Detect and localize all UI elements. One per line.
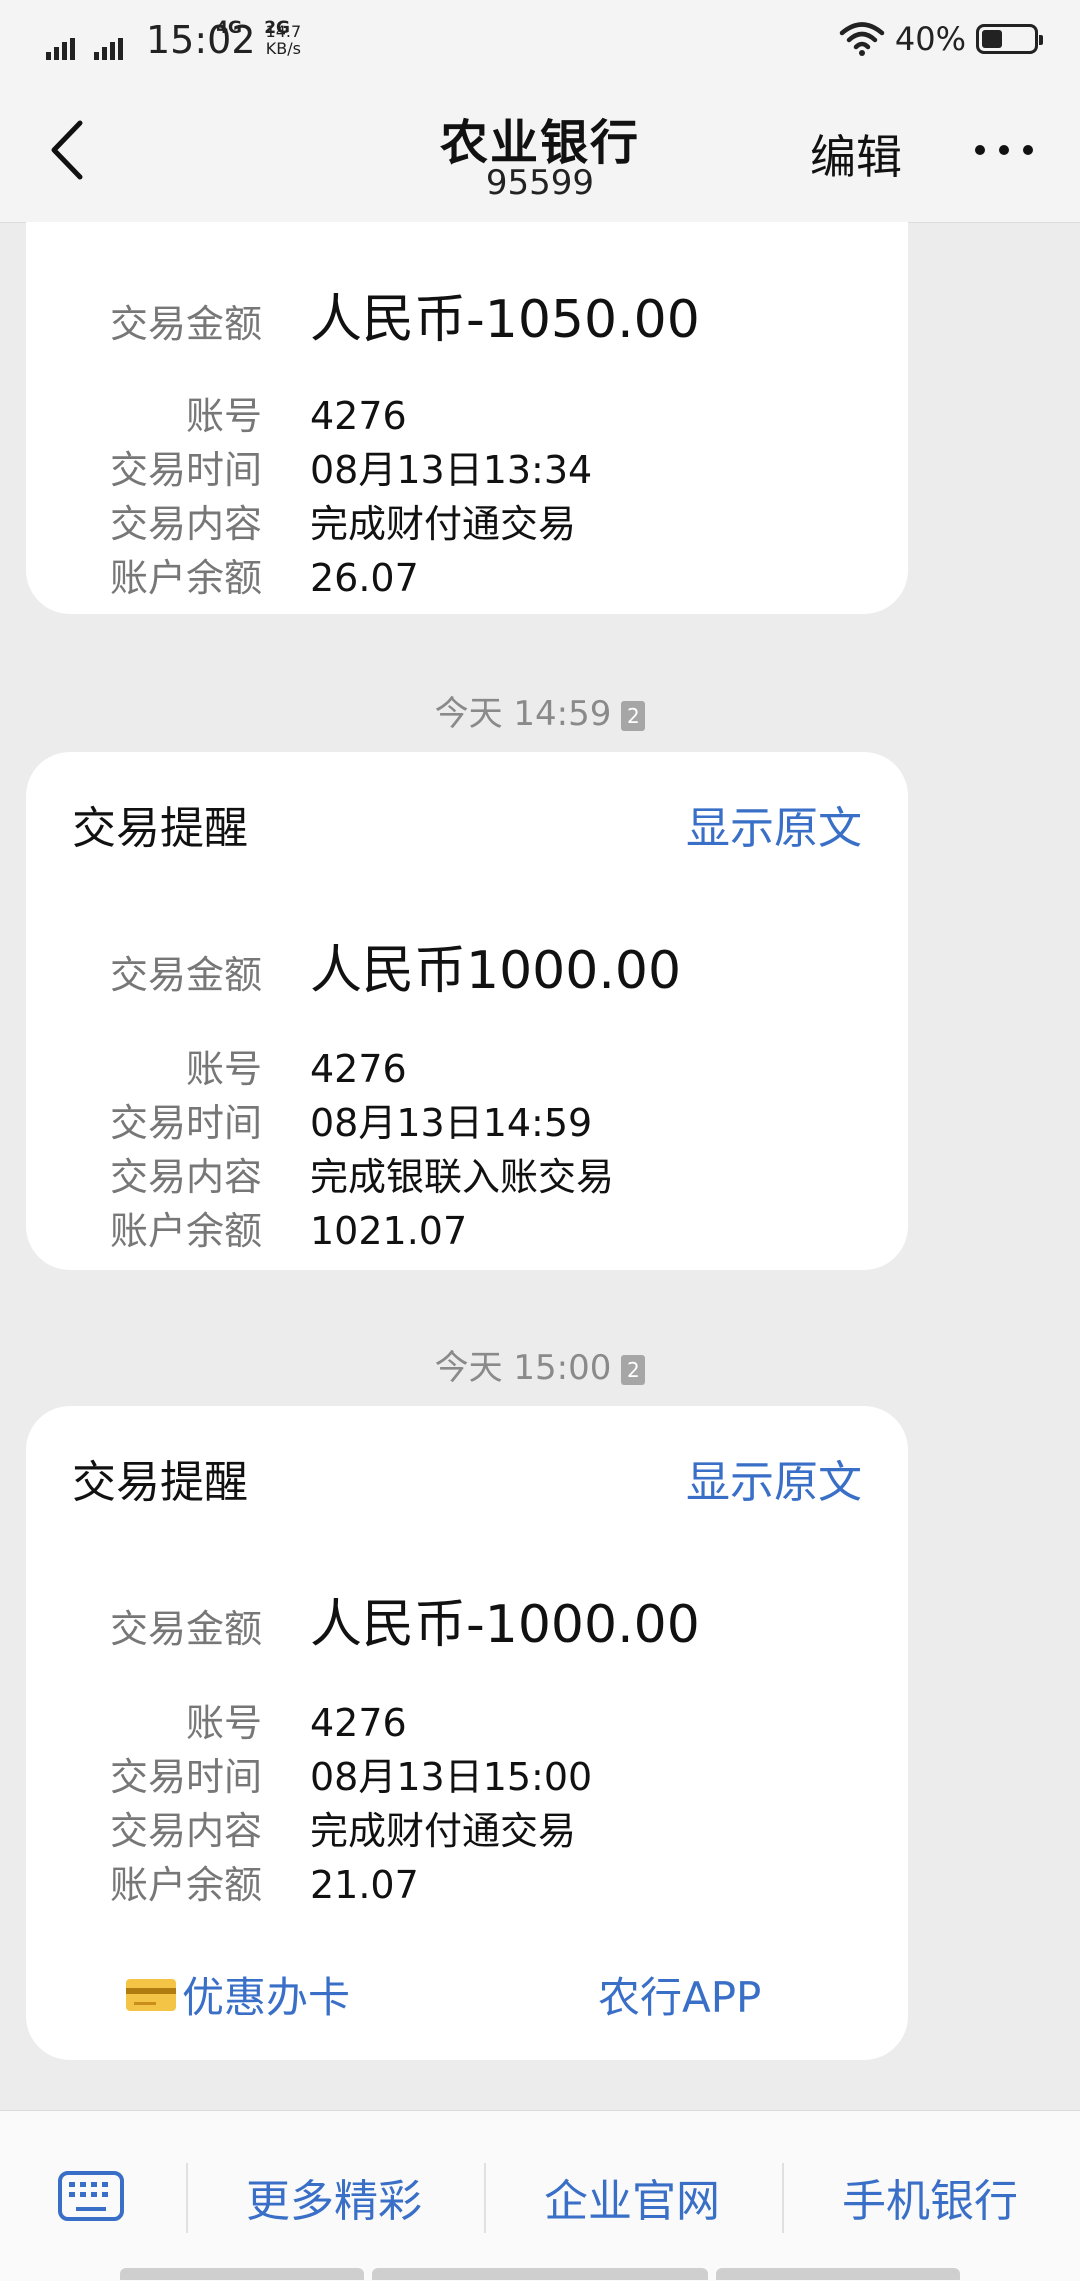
network-type-2: 2G: [264, 18, 290, 38]
sim-card-icon: 2: [621, 700, 646, 731]
message-timestamp: 今天 14:59 2: [0, 686, 1080, 735]
menu-mobile-banking[interactable]: 手机银行: [842, 2165, 1018, 2229]
conversation-header: 农业银行 95599 编辑: [0, 85, 1080, 223]
field-label: 交易内容: [109, 1155, 262, 1199]
field-value: 08月13日13:34: [310, 448, 593, 492]
show-original-link[interactable]: 显示原文: [686, 792, 862, 856]
field-label: 交易时间: [109, 1101, 262, 1145]
sim-card-icon: 2: [621, 1354, 646, 1385]
keyboard-toggle-button[interactable]: [58, 2171, 124, 2221]
amount-label: 交易金额: [109, 1607, 262, 1651]
submenu-handle: [120, 2268, 364, 2280]
field-label: 账号: [185, 1701, 262, 1745]
menu-official-website[interactable]: 企业官网: [544, 2165, 720, 2229]
field-value: 08月13日15:00: [310, 1755, 593, 1799]
field-value: 08月13日14:59: [310, 1101, 593, 1145]
menu-more-highlights[interactable]: 更多精彩: [246, 2165, 422, 2229]
show-original-link[interactable]: 显示原文: [686, 1446, 862, 1510]
edit-button[interactable]: 编辑: [810, 121, 902, 187]
submenu-handle: [716, 2268, 960, 2280]
signal-icon-2: 2G: [94, 20, 290, 60]
signal-icon-1: 4G: [46, 20, 242, 60]
message-bubble[interactable]: 交易提醒 显示原文 交易金额 人民币-1000.00 账号 4276 交易时间 …: [26, 1406, 908, 2060]
amount-value: 人民币-1050.00: [310, 290, 700, 350]
wifi-icon: [839, 22, 885, 56]
field-value: 完成财付通交易: [310, 1809, 577, 1853]
timestamp-text: 今天 14:59: [434, 694, 612, 734]
message-timestamp: 今天 15:00 2: [0, 1340, 1080, 1389]
credit-card-icon: [126, 1978, 176, 2011]
field-label: 账户余额: [109, 1209, 262, 1253]
amount-label: 交易金额: [109, 302, 262, 346]
amount-value: 人民币-1000.00: [310, 1595, 700, 1655]
field-label: 账户余额: [109, 556, 262, 600]
field-value: 4276: [310, 394, 407, 438]
field-value: 21.07: [310, 1863, 419, 1907]
more-options-button[interactable]: [975, 145, 1033, 155]
field-label: 交易内容: [109, 1809, 262, 1853]
contact-number: 95599: [485, 163, 595, 203]
service-menu-bar: 更多精彩 企业官网 手机银行: [0, 2110, 1080, 2281]
message-heading: 交易提醒: [72, 803, 248, 854]
field-value: 完成银联入账交易: [310, 1155, 615, 1199]
field-value: 26.07: [310, 556, 419, 600]
field-value: 完成财付通交易: [310, 502, 577, 546]
amount-label: 交易金额: [109, 953, 262, 997]
apply-card-label: 优惠办卡: [182, 1973, 351, 2022]
apply-card-link[interactable]: 优惠办卡: [126, 1964, 350, 2025]
keyboard-icon: [69, 2182, 113, 2197]
dot-icon: [1023, 145, 1033, 155]
field-value: 4276: [310, 1047, 407, 1091]
battery-percent: 40%: [894, 20, 966, 58]
message-heading: 交易提醒: [72, 1457, 248, 1508]
field-value: 1021.07: [310, 1209, 468, 1253]
field-label: 交易时间: [109, 448, 262, 492]
timestamp-text: 今天 15:00: [434, 1348, 612, 1388]
field-value: 4276: [310, 1701, 407, 1745]
battery-icon: [976, 24, 1043, 54]
message-bubble[interactable]: 交易提醒 显示原文 交易金额 人民币1000.00 账号 4276 交易时间 0…: [26, 752, 908, 1270]
submenu-handle: [372, 2268, 708, 2280]
field-label: 账号: [185, 394, 262, 438]
dot-icon: [975, 145, 985, 155]
field-label: 交易时间: [109, 1755, 262, 1799]
field-label: 账户余额: [109, 1863, 262, 1907]
bank-app-link[interactable]: 农行APP: [598, 1964, 761, 2025]
amount-value: 人民币1000.00: [310, 941, 682, 1001]
dot-icon: [999, 145, 1009, 155]
speed-unit: KB/s: [265, 39, 301, 58]
field-label: 交易内容: [109, 502, 262, 546]
status-bar: 4G 2G 15:02 14.7 KB/s 40%: [0, 0, 1080, 85]
field-label: 账号: [185, 1047, 262, 1091]
message-bubble[interactable]: 交易金额 人民币-1050.00 账号 4276 交易时间 08月13日13:3…: [26, 222, 908, 614]
